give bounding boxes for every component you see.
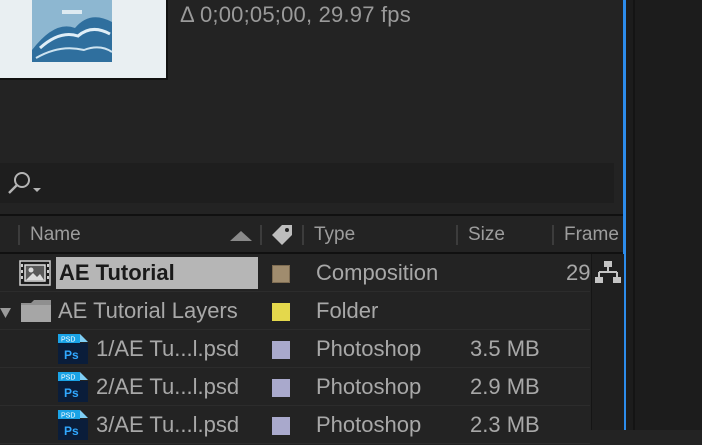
photoshop-file-icon: PSD Ps bbox=[58, 334, 88, 364]
project-item-row[interactable]: AE Tutorial Layers Folder bbox=[0, 292, 590, 330]
column-header-frame[interactable]: Frame bbox=[564, 224, 619, 246]
item-type: Photoshop bbox=[316, 336, 422, 361]
item-size: 3.5 MB bbox=[470, 336, 540, 361]
item-type: Photoshop bbox=[316, 374, 422, 399]
composition-thumbnail bbox=[0, 0, 168, 80]
column-separator[interactable] bbox=[18, 225, 20, 245]
column-header-type[interactable]: Type bbox=[314, 224, 355, 246]
svg-text:PSD: PSD bbox=[61, 337, 75, 344]
label-color-swatch[interactable] bbox=[272, 303, 290, 321]
column-header: Name Type Size Frame bbox=[0, 216, 623, 254]
item-name: 3/AE Tu...l.psd bbox=[96, 412, 240, 437]
svg-text:Ps: Ps bbox=[64, 348, 79, 362]
project-item-row[interactable]: PSD Ps 1/AE Tu...l.psd Photoshop 3.5 MB bbox=[0, 330, 590, 368]
composition-icon bbox=[19, 260, 51, 291]
label-color-swatch[interactable] bbox=[272, 265, 290, 283]
column-separator[interactable] bbox=[260, 225, 262, 245]
photoshop-file-icon: PSD Ps bbox=[58, 372, 88, 402]
project-item-row[interactable]: AE Tutorial Composition 29 bbox=[0, 254, 590, 292]
project-item-row[interactable]: PSD Ps 3/AE Tu...l.psd Photoshop 2.3 MB bbox=[0, 406, 590, 444]
item-type: Composition bbox=[316, 260, 439, 285]
item-name: 1/AE Tu...l.psd bbox=[96, 336, 240, 361]
composition-info: Δ 0;00;05;00, 29.97 fps bbox=[180, 2, 411, 27]
adjacent-panel bbox=[626, 0, 702, 430]
tag-icon[interactable] bbox=[268, 221, 296, 254]
sort-ascending-icon[interactable] bbox=[228, 229, 254, 247]
item-name: 2/AE Tu...l.psd bbox=[96, 374, 240, 399]
svg-text:Ps: Ps bbox=[64, 424, 79, 438]
search-input[interactable] bbox=[0, 163, 614, 203]
column-separator[interactable] bbox=[302, 225, 304, 245]
svg-text:PSD: PSD bbox=[61, 375, 75, 382]
label-color-swatch[interactable] bbox=[272, 341, 290, 359]
label-color-swatch[interactable] bbox=[272, 417, 290, 435]
item-size: 2.3 MB bbox=[470, 412, 540, 437]
column-separator[interactable] bbox=[552, 225, 554, 245]
item-name: AE Tutorial Layers bbox=[58, 298, 238, 323]
item-size: 2.9 MB bbox=[470, 374, 540, 399]
svg-text:PSD: PSD bbox=[61, 413, 75, 420]
flowchart-icon[interactable] bbox=[595, 260, 621, 286]
item-type: Folder bbox=[316, 298, 379, 323]
column-separator[interactable] bbox=[456, 225, 458, 245]
disclosure-triangle-icon[interactable] bbox=[0, 306, 12, 324]
project-item-row[interactable]: PSD Ps 2/AE Tu...l.psd Photoshop 2.9 MB bbox=[0, 368, 590, 406]
label-color-swatch[interactable] bbox=[272, 379, 290, 397]
svg-text:Ps: Ps bbox=[64, 386, 79, 400]
column-header-name[interactable]: Name bbox=[30, 224, 81, 246]
folder-icon bbox=[20, 299, 52, 328]
item-type: Photoshop bbox=[316, 412, 422, 437]
photoshop-file-icon: PSD Ps bbox=[58, 410, 88, 440]
column-header-size[interactable]: Size bbox=[468, 224, 505, 246]
search-icon[interactable] bbox=[6, 170, 42, 198]
item-name: AE Tutorial bbox=[59, 260, 175, 285]
item-frame-rate: 29 bbox=[566, 260, 591, 285]
